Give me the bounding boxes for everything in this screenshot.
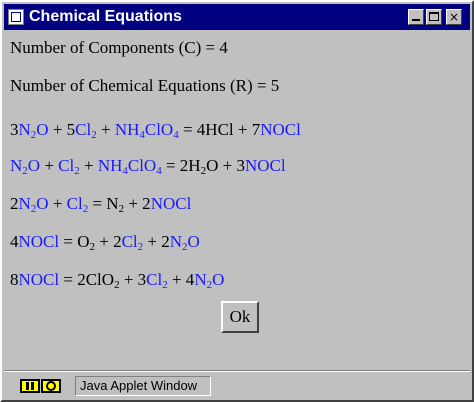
formula-text: +	[96, 120, 115, 139]
formula-text: NOCl	[244, 156, 286, 175]
ok-button[interactable]: Ok	[221, 301, 259, 333]
minimize-icon	[412, 19, 420, 21]
close-icon: ×	[448, 10, 460, 24]
formula-text: N	[18, 194, 31, 213]
formula-text: + 2	[124, 194, 151, 213]
formula-text: O	[187, 232, 200, 251]
formula-text: 8	[10, 270, 19, 289]
formula-text: N	[194, 270, 207, 289]
formula-text: Cl	[58, 156, 75, 175]
formula-text: = 2H	[161, 156, 201, 175]
formula-text: +	[40, 156, 59, 175]
formula-text: Cl	[75, 120, 92, 139]
title-bar[interactable]: Chemical Equations ×	[4, 4, 470, 30]
formula-text: Cl	[66, 194, 83, 213]
equation-4: 4NOCl = O2 + 2Cl2 + 2N2O	[10, 232, 200, 253]
formula-text: NOCl	[150, 194, 192, 213]
equations-count-label: Number of Chemical Equations (R) = 5	[10, 76, 280, 95]
maximize-button[interactable]	[426, 9, 442, 25]
equation-1: 3N2O + 5Cl2 + NH4ClO4 = 4HCl + 7NOCl	[10, 120, 301, 141]
formula-text: 2	[10, 194, 19, 213]
formula-text: N	[169, 232, 183, 251]
applet-window: Chemical Equations × Number of Component…	[0, 0, 474, 402]
formula-text: + 4	[167, 270, 195, 289]
formula-text: O	[36, 194, 49, 213]
components-count-label: Number of Components (C) = 4	[10, 38, 228, 57]
formula-text: N	[10, 156, 23, 175]
minimize-button[interactable]	[408, 9, 424, 25]
formula-text: 3	[10, 120, 19, 139]
java-applet-key-icon	[20, 379, 61, 393]
close-button[interactable]: ×	[446, 9, 462, 25]
formula-text: NOCl	[260, 120, 301, 139]
equation-3: 2N2O + Cl2 = N2 + 2NOCl	[10, 194, 192, 215]
formula-text: 4	[10, 232, 19, 251]
formula-text: + 2	[95, 232, 122, 251]
window-title: Chemical Equations	[29, 8, 182, 25]
maximize-icon	[429, 12, 439, 21]
formula-text: ClO	[127, 156, 157, 175]
formula-text: +	[48, 194, 67, 213]
formula-text: O	[212, 270, 225, 289]
equation-5: 8NOCl = 2ClO2 + 3Cl2 + 4N2O	[10, 270, 225, 291]
formula-text: N	[18, 120, 31, 139]
formula-text: Cl	[146, 270, 163, 289]
formula-text: NH	[97, 156, 123, 175]
window-app-icon[interactable]	[8, 9, 24, 25]
formula-text: = 4HCl + 7	[178, 120, 261, 139]
formula-text: = O	[59, 232, 90, 251]
formula-text: NH	[114, 120, 140, 139]
formula-text: +	[79, 156, 98, 175]
formula-text: = 2ClO	[59, 270, 115, 289]
formula-text: NOCl	[18, 232, 60, 251]
formula-text: + 3	[119, 270, 147, 289]
formula-text: = N	[88, 194, 119, 213]
status-text: Java Applet Window	[75, 376, 211, 396]
equation-2: N2O + Cl2 + NH4ClO4 = 2H2O + 3NOCl	[10, 156, 286, 177]
status-bar: Java Applet Window	[4, 372, 470, 400]
formula-text: NOCl	[18, 270, 60, 289]
formula-text: O + 3	[206, 156, 245, 175]
formula-text: + 2	[143, 232, 170, 251]
formula-text: O	[27, 156, 41, 175]
formula-text: Cl	[121, 232, 138, 251]
formula-text: + 5	[48, 120, 76, 139]
formula-text: ClO	[144, 120, 174, 139]
formula-text: O	[36, 120, 49, 139]
